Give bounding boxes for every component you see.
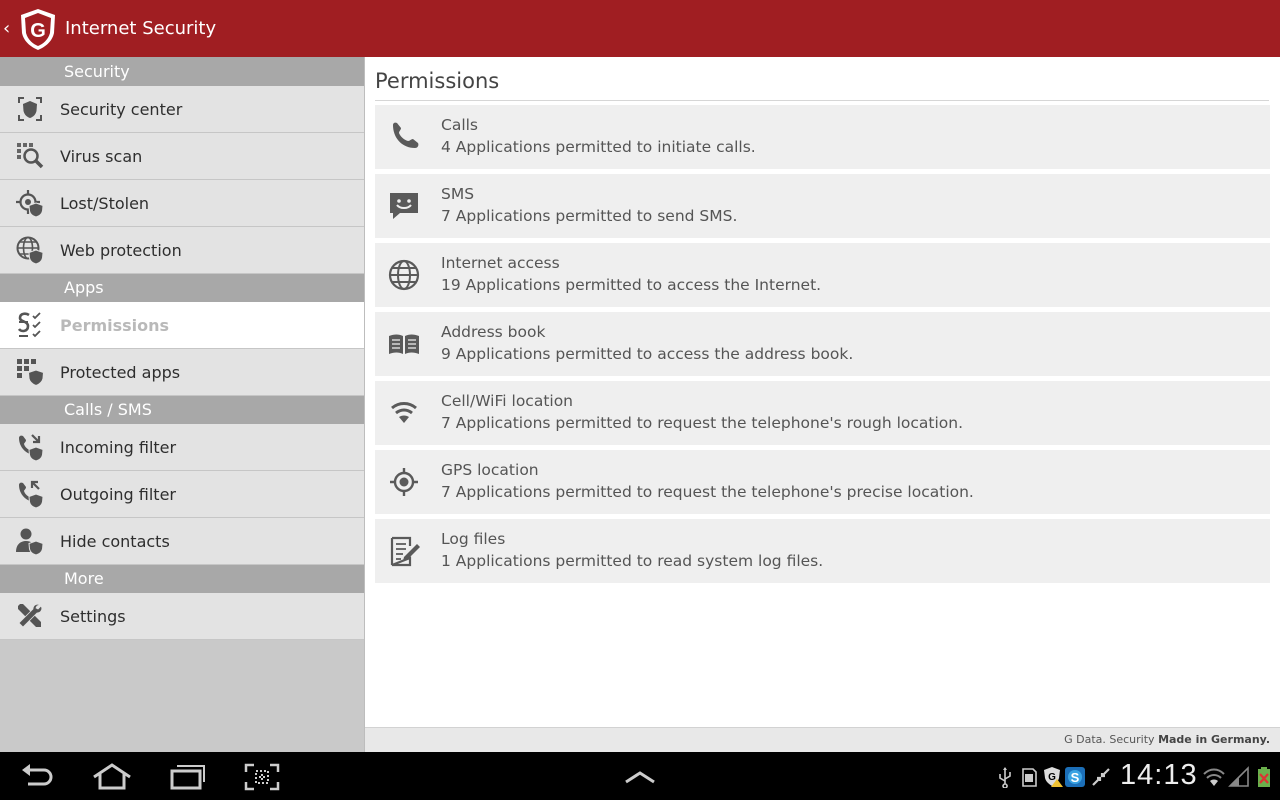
footer-tagline: G Data. Security Made in Germany. xyxy=(1064,733,1270,746)
clock: 14:13 xyxy=(1120,759,1198,791)
permission-item-sms[interactable]: SMS 7 Applications permitted to send SMS… xyxy=(375,174,1270,238)
permission-title: Address book xyxy=(441,323,546,341)
sidebar-item-outgoing-filter[interactable]: Outgoing filter xyxy=(0,471,364,518)
locate-shield-icon xyxy=(0,180,60,227)
sidebar-item-label: Settings xyxy=(60,606,126,626)
sms-icon xyxy=(387,189,421,223)
section-header-security: Security xyxy=(0,57,364,86)
wifi-icon xyxy=(387,396,421,430)
screenshot-button-icon[interactable] xyxy=(242,762,282,792)
usb-icon xyxy=(994,766,1016,789)
skype-icon: S xyxy=(1064,766,1086,788)
sidebar-item-label: Virus scan xyxy=(60,146,143,166)
sidebar-item-label: Protected apps xyxy=(60,362,181,382)
sd-card-icon xyxy=(1018,766,1040,788)
shield-scan-icon xyxy=(0,86,60,133)
permission-title: GPS location xyxy=(441,461,539,479)
battery-charging-icon xyxy=(1253,766,1275,788)
sidebar-nav: Security Security center Virus scan Lost… xyxy=(0,57,365,752)
tools-icon xyxy=(0,593,60,640)
sidebar-item-security-center[interactable]: Security center xyxy=(0,86,364,133)
sidebar-item-label: Hide contacts xyxy=(60,531,170,551)
title-divider xyxy=(375,100,1269,101)
section-header-more: More xyxy=(0,565,364,593)
permission-description: 9 Applications permitted to access the a… xyxy=(441,345,854,363)
sidebar-item-label: Outgoing filter xyxy=(60,484,176,504)
permission-description: 1 Applications permitted to read system … xyxy=(441,552,824,570)
permission-title: Internet access xyxy=(441,254,560,272)
sidebar-item-lost-stolen[interactable]: Lost/Stolen xyxy=(0,180,364,227)
recent-apps-button-icon[interactable] xyxy=(168,762,208,792)
permission-description: 7 Applications permitted to send SMS. xyxy=(441,207,738,225)
permission-list: Calls 4 Applications permitted to initia… xyxy=(375,105,1270,588)
sidebar-item-virus-scan[interactable]: Virus scan xyxy=(0,133,364,180)
sidebar-item-settings[interactable]: Settings xyxy=(0,593,364,640)
sidebar-item-label: Web protection xyxy=(60,240,182,260)
sidebar-item-protected-apps[interactable]: Protected apps xyxy=(0,349,364,396)
sync-icon xyxy=(1090,766,1112,788)
permission-item-calls[interactable]: Calls 4 Applications permitted to initia… xyxy=(375,105,1270,169)
permission-item-address-book[interactable]: Address book 9 Applications permitted to… xyxy=(375,312,1270,376)
permission-title: Cell/WiFi location xyxy=(441,392,574,410)
globe-shield-icon xyxy=(0,227,60,274)
sidebar-item-label: Lost/Stolen xyxy=(60,193,150,213)
sidebar-item-label: Permissions xyxy=(60,315,170,335)
permission-item-gps-location[interactable]: GPS location 7 Applications permitted to… xyxy=(375,450,1270,514)
permissions-icon xyxy=(0,302,60,349)
action-bar: ‹ G Internet Security xyxy=(0,0,1280,57)
outgoing-filter-icon xyxy=(0,471,60,518)
contact-shield-icon xyxy=(0,518,60,565)
permission-description: 7 Applications permitted to request the … xyxy=(441,483,974,501)
log-icon xyxy=(387,534,421,568)
sidebar-item-web-protection[interactable]: Web protection xyxy=(0,227,364,274)
cell-signal-icon xyxy=(1228,766,1250,788)
sidebar-item-permissions[interactable]: Permissions xyxy=(0,302,364,349)
system-navigation-bar: G S 14:13 xyxy=(0,752,1280,800)
back-chevron-icon[interactable]: ‹ xyxy=(3,18,15,39)
footer-bar: G Data. Security Made in Germany. xyxy=(365,727,1280,752)
section-header-calls-sms: Calls / SMS xyxy=(0,396,364,424)
book-icon xyxy=(387,327,421,361)
svg-text:S: S xyxy=(1071,770,1080,785)
incoming-filter-icon xyxy=(0,424,60,471)
home-button-icon[interactable] xyxy=(92,762,132,792)
section-header-apps: Apps xyxy=(0,274,364,302)
page-title: Permissions xyxy=(375,69,500,93)
wifi-signal-icon xyxy=(1203,766,1225,788)
svg-text:G: G xyxy=(30,20,46,42)
permission-item-internet-access[interactable]: Internet access 19 Applications permitte… xyxy=(375,243,1270,307)
globe-icon xyxy=(387,258,421,292)
sidebar-item-hide-contacts[interactable]: Hide contacts xyxy=(0,518,364,565)
magnify-grid-icon xyxy=(0,133,60,180)
permission-description: 19 Applications permitted to access the … xyxy=(441,276,822,294)
permission-title: Calls xyxy=(441,116,479,134)
permission-item-log-files[interactable]: Log files 1 Applications permitted to re… xyxy=(375,519,1270,583)
gdata-logo-icon[interactable]: G xyxy=(17,7,59,51)
gdata-warning-icon: G xyxy=(1042,766,1064,788)
permission-title: Log files xyxy=(441,530,506,548)
sidebar-item-label: Incoming filter xyxy=(60,437,177,457)
footer-prefix: G Data. Security xyxy=(1064,733,1155,746)
sidebar-item-label: Security center xyxy=(60,99,183,119)
back-button-icon[interactable] xyxy=(18,762,58,792)
main-content: Permissions Calls 4 Applications permitt… xyxy=(365,57,1280,727)
gps-icon xyxy=(387,465,421,499)
svg-text:G: G xyxy=(1048,772,1056,783)
show-more-chevron-icon[interactable] xyxy=(620,762,660,792)
app-title: Internet Security xyxy=(65,18,217,39)
sidebar-item-incoming-filter[interactable]: Incoming filter xyxy=(0,424,364,471)
permission-description: 7 Applications permitted to request the … xyxy=(441,414,964,432)
permission-title: SMS xyxy=(441,185,475,203)
permission-item-cell-wifi-location[interactable]: Cell/WiFi location 7 Applications permit… xyxy=(375,381,1270,445)
phone-icon xyxy=(387,120,421,154)
footer-bold: Made in Germany. xyxy=(1158,733,1270,746)
apps-shield-icon xyxy=(0,349,60,396)
permission-description: 4 Applications permitted to initiate cal… xyxy=(441,138,756,156)
